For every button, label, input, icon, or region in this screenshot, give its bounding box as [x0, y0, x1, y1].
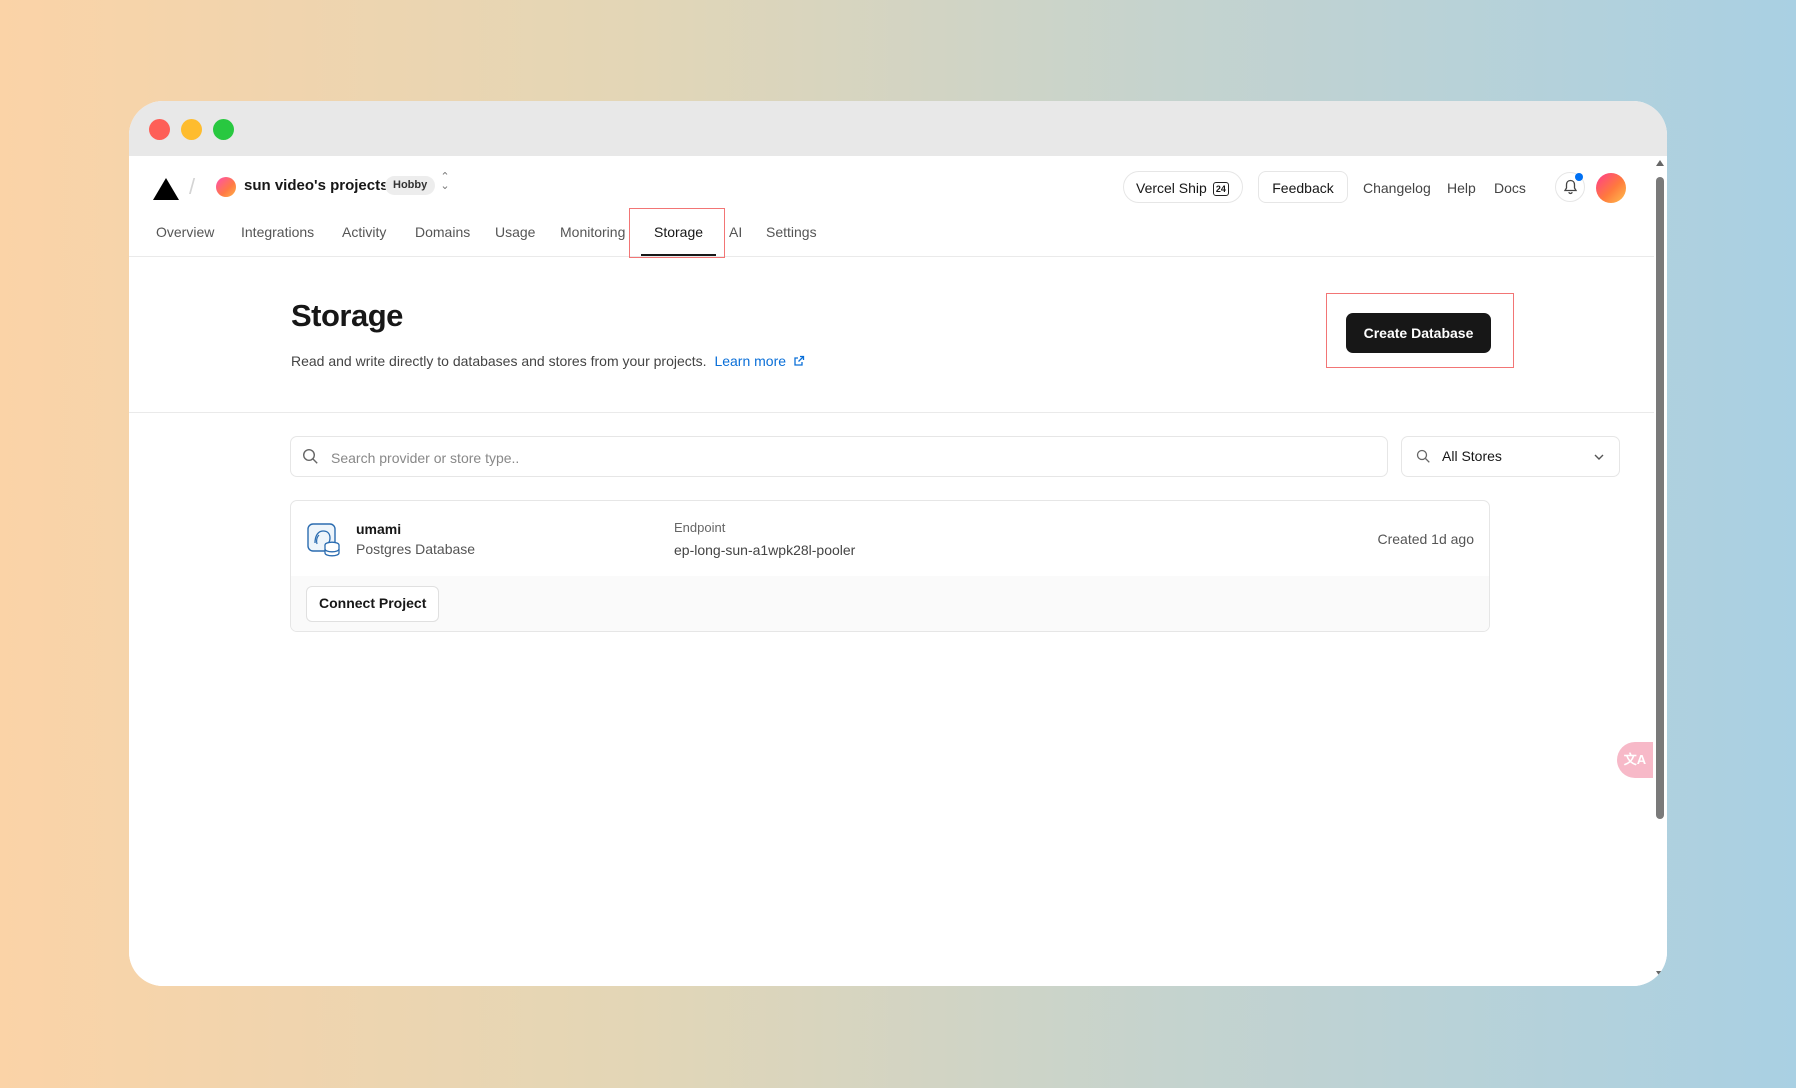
store-card-actions: Connect Project	[291, 576, 1489, 631]
vercel-ship-label: Vercel Ship	[1136, 180, 1207, 196]
switcher-chevrons-icon[interactable]: ⌃ ⌄	[438, 172, 452, 195]
scrollbar-thumb[interactable]	[1656, 177, 1664, 819]
connect-project-button[interactable]: Connect Project	[306, 586, 440, 622]
learn-more-link[interactable]: Learn more	[714, 353, 805, 369]
external-link-icon	[794, 355, 805, 366]
page-title: Storage	[291, 298, 403, 333]
vertical-scrollbar[interactable]	[1654, 156, 1667, 986]
page-subtitle: Read and write directly to databases and…	[291, 353, 805, 369]
tab-usage[interactable]: Usage	[495, 224, 535, 240]
user-avatar[interactable]	[1596, 173, 1626, 203]
browser-window: / sun video's projects Hobby ⌃ ⌄ Vercel S…	[129, 101, 1667, 986]
search-input[interactable]	[329, 437, 1333, 478]
storage-header-section: Storage Read and write directly to datab…	[129, 257, 1654, 413]
search-icon	[1416, 449, 1430, 463]
project-tabs: Overview Integrations Activity Domains U…	[129, 220, 1654, 257]
search-box[interactable]	[290, 436, 1388, 478]
search-icon	[302, 448, 318, 464]
scroll-up-arrow-icon[interactable]	[1656, 160, 1664, 166]
breadcrumb-separator: /	[189, 174, 196, 199]
store-card-summary[interactable]: umami Postgres Database Endpoint ep-long…	[291, 501, 1489, 577]
ship-badge: 24	[1212, 182, 1229, 196]
team-name[interactable]: sun video's projects	[244, 177, 388, 194]
endpoint-label: Endpoint	[674, 520, 726, 535]
learn-more-label: Learn more	[714, 353, 787, 369]
create-database-highlight	[1326, 293, 1514, 368]
store-type-select[interactable]: All Stores	[1401, 436, 1620, 477]
store-type: Postgres Database	[356, 541, 476, 557]
storage-tab-highlight	[629, 208, 725, 258]
translate-icon[interactable]: 文A	[1617, 742, 1653, 778]
subtitle-text: Read and write directly to databases and…	[291, 353, 707, 369]
dashboard-page: / sun video's projects Hobby ⌃ ⌄ Vercel S…	[129, 156, 1654, 986]
store-card: umami Postgres Database Endpoint ep-long…	[290, 500, 1490, 632]
vercel-ship-button[interactable]: Vercel Ship 24	[1123, 171, 1243, 203]
vercel-logo-icon[interactable]	[153, 178, 179, 200]
minimize-window-button[interactable]	[181, 119, 202, 140]
help-link[interactable]: Help	[1447, 180, 1476, 196]
title-bar	[129, 101, 1667, 156]
store-type-value: All Stores	[1442, 448, 1502, 464]
tab-domains[interactable]: Domains	[415, 224, 470, 240]
docs-link[interactable]: Docs	[1494, 180, 1526, 196]
plan-badge: Hobby	[385, 176, 436, 195]
created-timestamp: Created 1d ago	[1377, 531, 1474, 547]
team-avatar[interactable]	[216, 177, 236, 197]
notifications-button[interactable]	[1555, 172, 1585, 202]
feedback-button[interactable]: Feedback	[1258, 171, 1348, 203]
tab-overview[interactable]: Overview	[156, 224, 214, 240]
endpoint-value: ep-long-sun-a1wpk28l-pooler	[674, 542, 856, 558]
tab-activity[interactable]: Activity	[342, 224, 386, 240]
tab-monitoring[interactable]: Monitoring	[560, 224, 625, 240]
store-name[interactable]: umami	[356, 521, 401, 537]
bell-icon	[1563, 179, 1578, 195]
close-window-button[interactable]	[149, 119, 170, 140]
maximize-window-button[interactable]	[213, 119, 234, 140]
chevron-down-icon	[1594, 454, 1604, 460]
tab-integrations[interactable]: Integrations	[241, 224, 314, 240]
tab-ai[interactable]: AI	[729, 224, 742, 240]
tab-settings[interactable]: Settings	[766, 224, 817, 240]
postgres-database-icon	[307, 523, 340, 557]
changelog-link[interactable]: Changelog	[1363, 180, 1431, 196]
notification-dot	[1575, 173, 1583, 181]
scroll-down-arrow-icon[interactable]	[1656, 971, 1664, 977]
